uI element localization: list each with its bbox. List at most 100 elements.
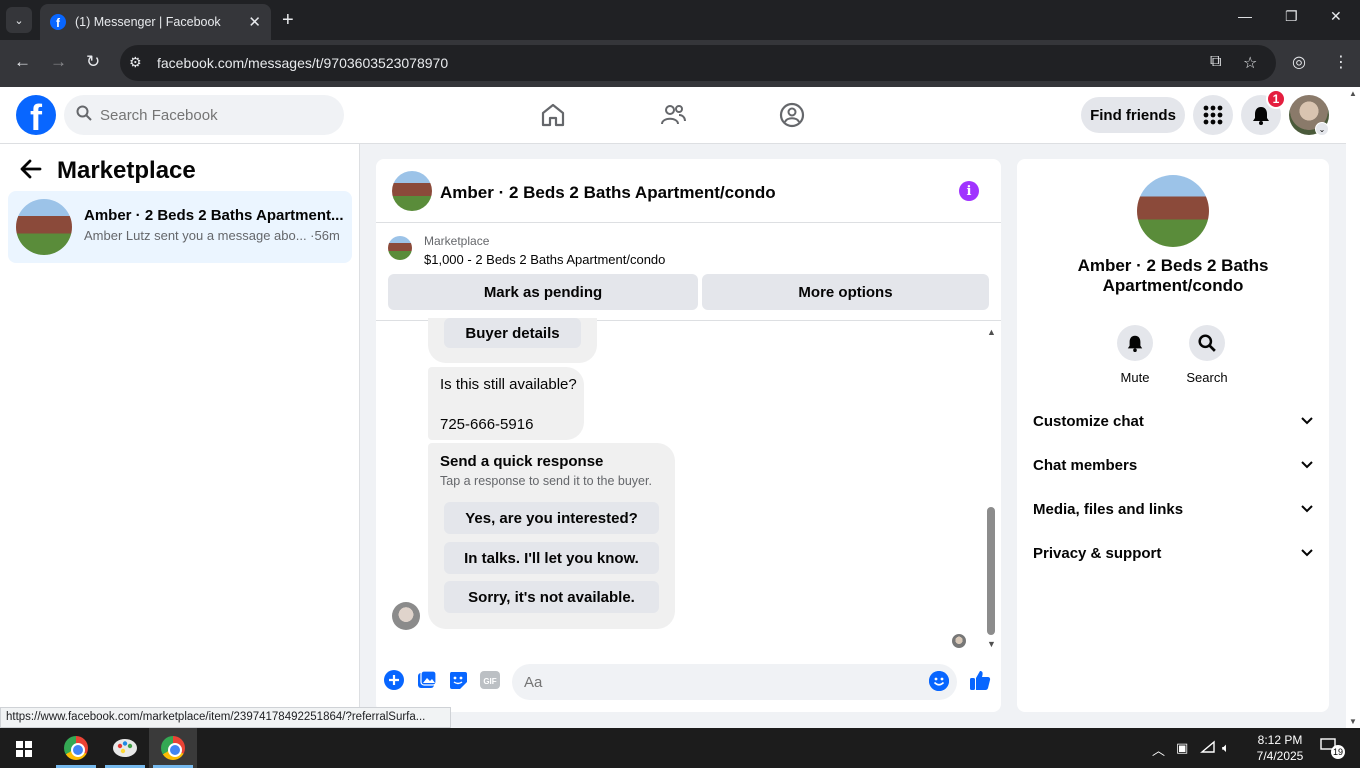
close-tab-icon[interactable]: ✕	[248, 13, 261, 31]
chevron-down-icon	[1301, 546, 1313, 560]
message-text: Is this still available?	[440, 376, 577, 393]
windows-start-icon[interactable]	[16, 741, 32, 757]
message-input[interactable]	[512, 664, 957, 700]
install-app-icon[interactable]: ⧉	[1210, 53, 1221, 71]
menu-grid-icon[interactable]	[1193, 95, 1233, 135]
chat-scrollbar[interactable]: ▲ ▼	[985, 327, 997, 649]
info-name-line2: Apartment/condo	[1102, 276, 1244, 295]
address-bar[interactable]: ⚙ facebook.com/messages/t/97036035230789…	[120, 45, 1276, 81]
chrome-taskbar-icon[interactable]	[52, 728, 100, 768]
listing-title[interactable]: $1,000 - 2 Beds 2 Baths Apartment/condo	[424, 252, 665, 267]
minimize-icon[interactable]: —	[1238, 8, 1252, 24]
chevron-down-icon[interactable]: ⌄	[1315, 122, 1329, 136]
groups-icon[interactable]	[778, 101, 806, 129]
listing-thumbnail[interactable]	[1137, 175, 1209, 247]
search-icon	[76, 105, 92, 126]
chat-info-panel: Amber · 2 Beds 2 Baths Apartment/condo M…	[1017, 159, 1329, 712]
message-list: Buyer details Is this still available? 7…	[376, 318, 1001, 652]
thumbs-up-icon[interactable]	[968, 668, 992, 692]
chrome-taskbar-icon-active[interactable]	[149, 728, 197, 768]
find-friends-button[interactable]: Find friends	[1081, 97, 1185, 133]
friends-icon[interactable]	[659, 101, 687, 129]
clock-time: 8:12 PM	[1257, 733, 1303, 747]
tab-title: (1) Messenger | Facebook	[75, 15, 221, 29]
home-icon[interactable]	[539, 101, 567, 129]
customize-chat-section[interactable]: Customize chat	[1025, 399, 1321, 443]
gif-icon[interactable]: GIF	[480, 670, 500, 690]
scroll-down-icon[interactable]: ▼	[987, 639, 996, 649]
meet-now-icon[interactable]: ▣	[1176, 740, 1188, 756]
search-input[interactable]	[100, 106, 320, 124]
mark-as-pending-button[interactable]: Mark as pending	[388, 274, 698, 310]
taskbar-clock[interactable]: 8:12 PM 7/4/2025	[1250, 732, 1310, 764]
chat-members-section[interactable]: Chat members	[1025, 443, 1321, 487]
info-icon[interactable]: i	[959, 181, 979, 201]
forward-icon[interactable]: →	[50, 51, 67, 73]
back-arrow-icon[interactable]	[20, 158, 42, 187]
emoji-icon[interactable]	[929, 671, 949, 691]
tab-list-icon[interactable]: ⌄	[6, 7, 32, 33]
sticker-icon[interactable]	[448, 670, 468, 690]
chevron-down-icon	[1301, 458, 1313, 472]
privacy-support-section[interactable]: Privacy & support	[1025, 531, 1321, 575]
bell-icon[interactable]	[1117, 325, 1153, 361]
notification-badge: 1	[1266, 89, 1286, 109]
section-label: Chat members	[1033, 456, 1138, 474]
media-files-links-section[interactable]: Media, files and links	[1025, 487, 1321, 531]
notification-count: 19	[1331, 745, 1345, 759]
browser-tab[interactable]: f (1) Messenger | Facebook ✕	[40, 4, 271, 40]
quick-response-yes[interactable]: Yes, are you interested?	[444, 502, 659, 534]
conversation-snippet: Amber Lutz sent you a message abo... ·56…	[84, 228, 340, 243]
buyer-details-button[interactable]: Buyer details	[444, 318, 581, 348]
back-icon[interactable]: ←	[14, 51, 31, 73]
section-label: Media, files and links	[1033, 500, 1184, 518]
browser-toolbar: ← → ↻ ⚙ facebook.com/messages/t/97036035…	[0, 40, 1360, 87]
svg-text:GIF: GIF	[483, 677, 496, 686]
page-title: Marketplace	[57, 157, 196, 184]
wifi-icon[interactable]	[1200, 740, 1216, 757]
chat-header: Amber · 2 Beds 2 Baths Apartment/condo i	[376, 159, 1001, 223]
search-box[interactable]	[64, 95, 344, 135]
listing-thumbnail	[16, 199, 72, 255]
search-icon[interactable]	[1189, 325, 1225, 361]
conversation-item[interactable]: Amber · 2 Beds 2 Baths Apartment... Ambe…	[8, 191, 352, 263]
scroll-up-icon[interactable]: ▲	[987, 327, 996, 337]
search-conversation-button[interactable]: Search	[1179, 325, 1235, 385]
section-label: Customize chat	[1033, 412, 1144, 430]
chevron-up-icon[interactable]: ︿	[1152, 740, 1165, 759]
new-tab-icon[interactable]: +	[282, 8, 294, 32]
quick-response-in-talks[interactable]: In talks. I'll let you know.	[444, 542, 659, 574]
photo-icon[interactable]	[417, 670, 437, 690]
status-url-bar: https://www.facebook.com/marketplace/ite…	[0, 707, 451, 728]
facebook-logo[interactable]: f	[16, 95, 56, 135]
menu-kebab-icon[interactable]: ⋮	[1333, 52, 1349, 72]
bookmark-star-icon[interactable]: ☆	[1243, 53, 1257, 73]
close-window-icon[interactable]: ✕	[1330, 8, 1342, 25]
chevron-down-icon	[1301, 502, 1313, 516]
clock-date: 7/4/2025	[1256, 749, 1304, 763]
volume-icon[interactable]: 🔈︎	[1222, 740, 1230, 756]
scrollbar-thumb[interactable]	[987, 507, 995, 635]
chat-title[interactable]: Amber · 2 Beds 2 Baths Apartment/condo	[440, 183, 776, 203]
more-options-button[interactable]: More options	[702, 274, 989, 310]
windows-taskbar: ︿ ▣ 🔈︎ 8:12 PM 7/4/2025 19	[0, 728, 1360, 768]
page-scrollbar[interactable]: ▲ ▼	[1346, 87, 1360, 728]
mute-button[interactable]: Mute	[1107, 325, 1163, 385]
listing-thumbnail[interactable]	[392, 171, 432, 211]
chevron-down-icon	[1301, 414, 1313, 428]
quick-response-sorry[interactable]: Sorry, it's not available.	[444, 581, 659, 613]
url-text[interactable]: facebook.com/messages/t/9703603523078970	[157, 55, 448, 71]
facebook-favicon: f	[50, 14, 66, 30]
sender-avatar[interactable]	[392, 602, 420, 630]
site-settings-icon[interactable]: ⚙	[129, 54, 142, 71]
mute-label: Mute	[1120, 370, 1150, 385]
scroll-down-icon[interactable]: ▼	[1349, 717, 1357, 726]
profile-icon[interactable]: ◎	[1292, 52, 1306, 72]
info-name-line1: Amber · 2 Beds 2 Baths	[1077, 256, 1269, 275]
paint-taskbar-icon[interactable]	[101, 728, 149, 768]
scroll-up-icon[interactable]: ▲	[1349, 89, 1357, 98]
reload-icon[interactable]: ↻	[86, 51, 100, 73]
notification-center-icon[interactable]: 19	[1320, 738, 1345, 759]
maximize-icon[interactable]: ❐	[1285, 8, 1298, 25]
plus-icon[interactable]	[384, 670, 404, 690]
